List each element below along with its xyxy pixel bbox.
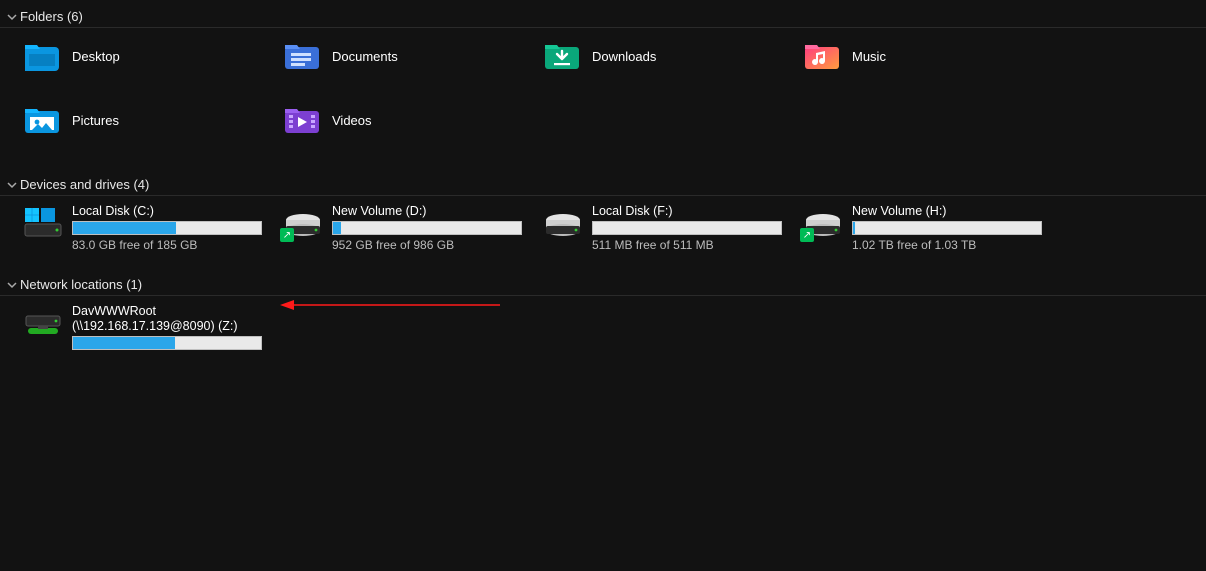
disk-icon <box>542 204 586 240</box>
section-title: Network locations (1) <box>20 277 142 292</box>
drive-free-text: 511 MB free of 511 MB <box>592 238 782 252</box>
drive-free-text: 1.02 TB free of 1.03 TB <box>852 238 1042 252</box>
drive-h[interactable]: ↗ New Volume (H:) 1.02 TB free of 1.03 T… <box>802 204 1062 262</box>
drive-label: New Volume (H:) <box>852 204 1042 218</box>
folder-pictures[interactable]: Pictures <box>22 100 282 140</box>
capacity-fill <box>73 337 175 349</box>
chevron-down-icon <box>6 279 18 291</box>
drive-free-text: 952 GB free of 986 GB <box>332 238 522 252</box>
folder-label: Downloads <box>592 49 656 64</box>
drive-f[interactable]: Local Disk (F:) 511 MB free of 511 MB <box>542 204 802 262</box>
folder-desktop[interactable]: Desktop <box>22 36 282 76</box>
drive-label: Local Disk (C:) <box>72 204 262 218</box>
folders-grid: Desktop Documents Downloads <box>0 28 1206 168</box>
drive-c[interactable]: Local Disk (C:) 83.0 GB free of 185 GB <box>22 204 282 262</box>
disk-icon: ↗ <box>802 204 846 240</box>
section-header-drives[interactable]: Devices and drives (4) <box>0 174 1206 196</box>
capacity-bar <box>852 221 1042 235</box>
section-title: Devices and drives (4) <box>20 177 149 192</box>
disk-icon: ↗ <box>282 204 326 240</box>
folder-videos[interactable]: Videos <box>282 100 542 140</box>
folder-downloads[interactable]: Downloads <box>542 36 802 76</box>
folder-label: Documents <box>332 49 398 64</box>
os-disk-icon <box>22 204 66 240</box>
folder-label: Videos <box>332 113 372 128</box>
folder-label: Desktop <box>72 49 120 64</box>
videos-icon <box>282 104 322 136</box>
capacity-bar <box>72 221 262 235</box>
section-folders: Folders (6) Desktop Documents <box>0 6 1206 168</box>
capacity-fill <box>73 222 176 234</box>
capacity-fill <box>853 222 855 234</box>
drive-label: New Volume (D:) <box>332 204 522 218</box>
desktop-icon <box>22 40 62 72</box>
drive-label: Local Disk (F:) <box>592 204 782 218</box>
section-network: Network locations (1) DavWWWRoot (\\192.… <box>0 274 1206 368</box>
folder-label: Pictures <box>72 113 119 128</box>
network-drive-icon <box>22 304 66 340</box>
capacity-bar <box>332 221 522 235</box>
documents-icon <box>282 40 322 72</box>
capacity-bar <box>592 221 782 235</box>
folder-documents[interactable]: Documents <box>282 36 542 76</box>
downloads-icon <box>542 40 582 72</box>
network-drive-z[interactable]: DavWWWRoot (\\192.168.17.139@8090) (Z:) <box>22 304 282 362</box>
music-icon <box>802 40 842 72</box>
folder-label: Music <box>852 49 886 64</box>
shortcut-overlay-icon: ↗ <box>800 228 814 242</box>
chevron-down-icon <box>6 11 18 23</box>
drive-label: DavWWWRoot <box>72 304 262 318</box>
section-title: Folders (6) <box>20 9 83 24</box>
drive-free-text: 83.0 GB free of 185 GB <box>72 238 262 252</box>
capacity-fill <box>333 222 341 234</box>
section-drives: Devices and drives (4) Local Disk (C:) 8… <box>0 174 1206 268</box>
drive-sublabel: (\\192.168.17.139@8090) (Z:) <box>72 319 262 333</box>
drives-grid: Local Disk (C:) 83.0 GB free of 185 GB ↗… <box>0 196 1206 268</box>
section-header-folders[interactable]: Folders (6) <box>0 6 1206 28</box>
drive-d[interactable]: ↗ New Volume (D:) 952 GB free of 986 GB <box>282 204 542 262</box>
shortcut-overlay-icon: ↗ <box>280 228 294 242</box>
pictures-icon <box>22 104 62 136</box>
network-grid: DavWWWRoot (\\192.168.17.139@8090) (Z:) <box>0 296 1206 368</box>
folder-music[interactable]: Music <box>802 36 1062 76</box>
chevron-down-icon <box>6 179 18 191</box>
section-header-network[interactable]: Network locations (1) <box>0 274 1206 296</box>
capacity-bar <box>72 336 262 350</box>
